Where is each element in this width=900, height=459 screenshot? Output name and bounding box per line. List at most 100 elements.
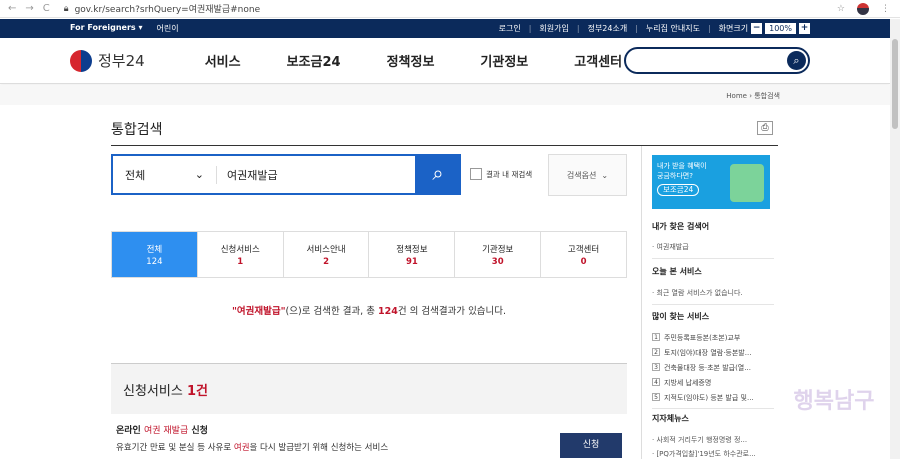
desc-highlight: 여권 (233, 443, 250, 453)
nav-policy[interactable]: 정책정보 (387, 51, 435, 70)
popular-item[interactable]: 5 지적도(임야도) 등본 발급 및... (652, 393, 754, 403)
summary-text: 건 의 검색결과가 있습니다. (397, 306, 507, 317)
tab-all[interactable]: 전체 124 (112, 232, 198, 277)
popular-title: 많이 찾는 서비스 (652, 312, 710, 321)
divider: | (635, 24, 638, 33)
subsidy-banner[interactable]: 내가 받을 혜택이 궁금하다면? 보조금24 (652, 155, 770, 209)
browser-actions: ☆ ⋮ (837, 2, 900, 15)
tab-label: 서비스안내 (306, 244, 346, 255)
tab-label: 정책정보 (396, 244, 428, 255)
service-title[interactable]: 온라인 여권 재발급 신청 (116, 423, 208, 436)
section-title-text: 신청서비스 (123, 384, 187, 399)
popular-text: 주민등록표등본(초본)교부 (664, 334, 741, 342)
nav-support[interactable]: 고객센터 (574, 51, 622, 70)
sitemap-link[interactable]: 누리집 안내지도 (646, 23, 700, 34)
zoom-in-button[interactable]: + (799, 23, 810, 34)
my-search-item[interactable]: · 여권재발급 (652, 242, 689, 252)
site-logo[interactable]: 정부24 (70, 49, 145, 72)
page-title: 통합검색 (111, 122, 163, 138)
apply-button[interactable]: 신청 (560, 433, 622, 458)
recheck-checkbox[interactable] (470, 168, 482, 180)
rank-number: 1 (652, 333, 660, 341)
about-link[interactable]: 정부24소개 (588, 23, 628, 34)
nav-subsidy24[interactable]: 보조금24 (287, 51, 341, 70)
news-item[interactable]: · [PQ가격입찰]'19년도 하수관로... (652, 449, 756, 459)
tab-label: 전체 (146, 244, 163, 255)
profile-avatar-icon[interactable] (857, 2, 869, 15)
scrollbar-thumb[interactable] (892, 39, 898, 129)
url-text[interactable]: gov.kr/search?srhQuery=여권재발급#none (75, 2, 261, 15)
tab-service-guide[interactable]: 서비스안내 2 (284, 232, 370, 277)
nav-services[interactable]: 서비스 (205, 51, 241, 70)
address-bar[interactable]: 🔒︎ gov.kr/search?srhQuery=여권재발급#none (64, 2, 261, 16)
popular-item[interactable]: 1 주민등록표등본(초본)교부 (652, 333, 740, 343)
main-nav: 서비스 보조금24 정책정보 기관정보 고객센터 (205, 51, 622, 70)
breadcrumb-bar: Home › 통합검색 (0, 85, 890, 105)
news-title: 지자체뉴스 (652, 414, 689, 423)
search-options-button[interactable]: 검색옵션 ⌄ (548, 154, 627, 196)
reload-icon[interactable]: C (43, 3, 50, 14)
breadcrumb-home[interactable]: Home (726, 92, 747, 100)
tab-count: 1 (237, 256, 244, 267)
back-icon[interactable]: ← (8, 3, 16, 14)
divider (652, 304, 774, 305)
breadcrumb-current: 통합검색 (754, 92, 780, 100)
popular-item[interactable]: 2 토지(임야)대장 열람·등본발... (652, 348, 751, 358)
breadcrumb: Home › 통합검색 (726, 91, 780, 101)
my-searches-title: 내가 찾은 검색어 (652, 222, 710, 231)
popular-text: 건축물대장 등·초본 발급(열... (664, 364, 751, 372)
tab-support[interactable]: 고객센터 0 (541, 232, 626, 277)
tab-count: 2 (323, 256, 330, 267)
summary-text: (으)로 검색한 결과, 총 (285, 306, 378, 317)
tab-label: 신청서비스 (220, 244, 260, 255)
scope-select[interactable]: 전체 ⌄ (113, 165, 217, 184)
kids-link[interactable]: 어린이 (156, 23, 178, 34)
scope-value: 전체 (125, 168, 146, 182)
result-summary: "여권재발급"(으)로 검색한 결과, 총 124건 의 검색결과가 있습니다. (111, 303, 627, 317)
summary-count: 124 (377, 306, 398, 317)
tab-count: 0 (580, 256, 587, 267)
login-link[interactable]: 로그인 (499, 23, 521, 34)
search-icon: ⌕ (432, 161, 444, 185)
popular-text: 지방세 납세증명 (664, 379, 712, 387)
sidebar: 내가 받을 혜택이 궁금하다면? 보조금24 내가 찾은 검색어 · 여권재발급… (641, 146, 781, 459)
rank-number: 4 (652, 378, 660, 386)
search-input[interactable]: 여권재발급 (217, 167, 415, 183)
forward-icon[interactable]: → (25, 3, 33, 14)
menu-icon[interactable]: ⋮ (881, 4, 890, 14)
popular-item[interactable]: 4 지방세 납세증명 (652, 378, 711, 388)
tab-agency[interactable]: 기관정보 30 (455, 232, 542, 277)
divider: | (707, 24, 711, 33)
main-content: 통합검색 ⎙ 전체 ⌄ 여권재발급 ⌕ 결과 내 재검색 검색옵션 ⌄ 전체 1… (111, 105, 781, 459)
search-button[interactable]: ⌕ (415, 154, 461, 195)
news-text: 사회적 거리두기 행정명령 정... (656, 436, 748, 444)
popular-item[interactable]: 3 건축물대장 등·초본 발급(열... (652, 363, 751, 373)
phone-illustration-icon (730, 164, 764, 202)
rank-number: 2 (652, 348, 660, 356)
divider: | (576, 24, 580, 33)
recheck-option[interactable]: 결과 내 재검색 (470, 168, 532, 180)
tab-policy[interactable]: 정책정보 91 (369, 232, 456, 277)
search-box: 전체 ⌄ 여권재발급 ⌕ (111, 154, 461, 195)
tab-apply-services[interactable]: 신청서비스 1 (198, 232, 284, 277)
tab-count: 30 (491, 256, 504, 267)
search-options-label: 검색옵션 (566, 170, 597, 180)
popular-text: 토지(임야)대장 열람·등본발... (664, 349, 752, 357)
header-search-input[interactable]: ⌕ (624, 47, 810, 74)
star-icon[interactable]: ☆ (837, 4, 845, 14)
taeguk-logo-icon (70, 49, 92, 72)
foreigners-link[interactable]: For Foreigners ▾ (70, 23, 142, 34)
banner-badge: 보조금24 (657, 184, 700, 196)
search-icon[interactable]: ⌕ (787, 51, 806, 70)
today-empty-text: 최근 열람 서비스가 없습니다. (656, 289, 743, 297)
recheck-label: 결과 내 재검색 (486, 169, 533, 179)
zoom-out-button[interactable]: − (751, 23, 763, 34)
print-icon[interactable]: ⎙ (757, 121, 773, 135)
scrollbar[interactable] (890, 19, 900, 459)
signup-link[interactable]: 회원가입 (539, 23, 568, 34)
service-description: 유효기간 만료 및 분실 등 사유로 여권을 다시 발급받기 위해 신청하는 서… (116, 441, 388, 453)
today-title: 오늘 본 서비스 (652, 267, 702, 276)
service-title-highlight: 여권 재발급 (143, 426, 189, 436)
nav-agency[interactable]: 기관정보 (480, 51, 528, 70)
news-item[interactable]: · 사회적 거리두기 행정명령 정... (652, 435, 747, 445)
